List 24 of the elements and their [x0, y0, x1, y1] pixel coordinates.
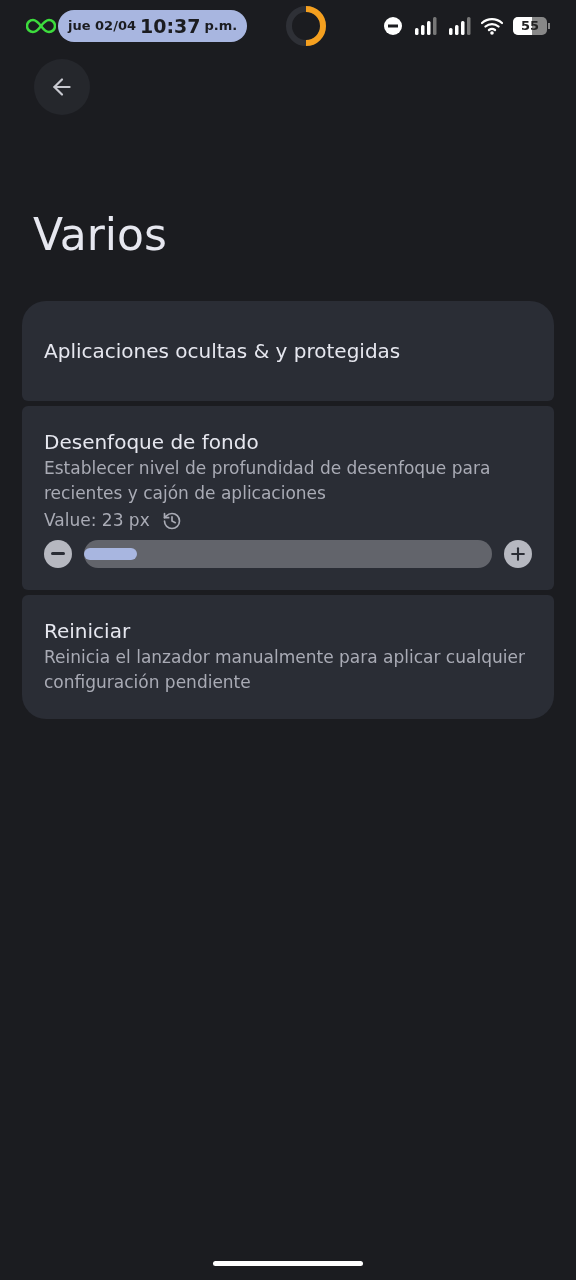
- setting-summary: Establecer nivel de profundidad de desenfoque para recientes y cajón de aplicaciones: [44, 457, 492, 505]
- setting-item[interactable]: Reiniciar Reinicia el lanzador manualmente para aplicar cualquier configuración pendiente: [22, 594, 554, 719]
- slider-track[interactable]: [84, 539, 492, 568]
- setting-item[interactable]: Aplicaciones ocultas & y protegidas: [22, 301, 554, 401]
- infinity-icon: [26, 18, 56, 34]
- page-title: Varios: [33, 209, 168, 261]
- minus-icon: [51, 552, 65, 555]
- value-text: Value: 23 px: [44, 509, 150, 532]
- ampm-text: p.m.: [204, 17, 238, 36]
- setting-summary: Reinicia el lanzador manualmente para aplicar cualquier configuración pendiente: [44, 645, 526, 694]
- decrease-button[interactable]: [44, 539, 72, 568]
- progress-ring-icon: [285, 5, 328, 47]
- battery-text: 55: [520, 17, 540, 35]
- signal-icon: [449, 17, 471, 35]
- wifi-icon: [481, 17, 503, 35]
- do-not-disturb-icon: [383, 16, 403, 36]
- signal-icon: [415, 17, 437, 35]
- reset-icon[interactable]: [161, 510, 182, 531]
- time-text: 10:37: [140, 13, 201, 39]
- setting-title: Desenfoque de fondo: [44, 429, 260, 456]
- setting-title: Reiniciar: [44, 617, 132, 645]
- setting-title: Aplicaciones ocultas & y protegidas: [44, 338, 401, 365]
- date-text: jue 02/04: [68, 17, 136, 36]
- increase-button[interactable]: [504, 539, 532, 568]
